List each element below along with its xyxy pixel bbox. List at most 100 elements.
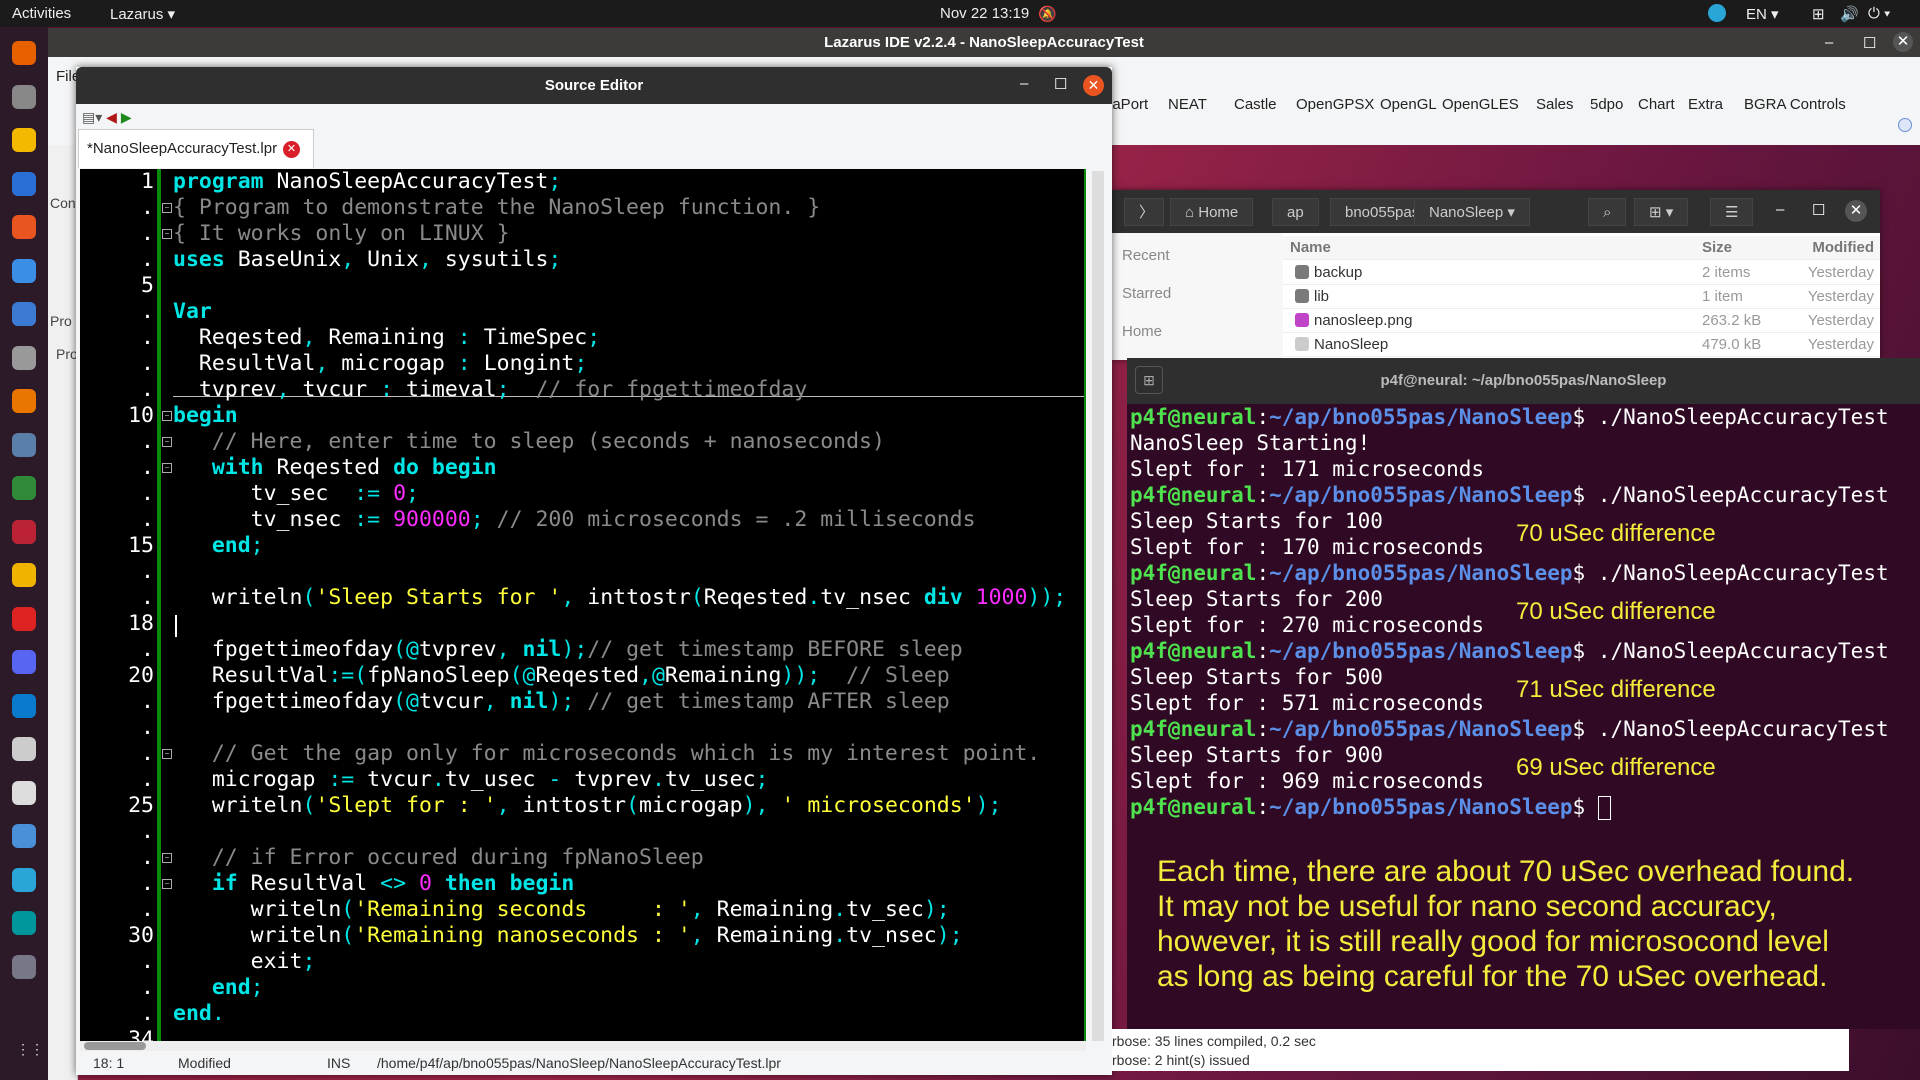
palette-tab-5dpo[interactable]: 5dpo	[1590, 96, 1623, 113]
settings-icon[interactable]	[12, 432, 36, 457]
notifications-off-icon[interactable]: 🔕	[1038, 5, 1057, 23]
minimize-button[interactable]: –	[1020, 75, 1028, 92]
palette-tab-bgra-controls[interactable]: BGRA Controls	[1744, 96, 1846, 113]
fold-toggle-icon[interactable]: −	[162, 411, 172, 421]
rhythmbox-icon[interactable]	[12, 128, 36, 152]
lazarus-active-icon[interactable]	[12, 954, 36, 979]
code-line[interactable]: 30 writeln('Remaining nanoseconds : ', R…	[80, 923, 1086, 949]
fold-toggle-icon[interactable]: −	[162, 749, 172, 759]
code-line[interactable]: . tvprev, tvcur : timeval; // for fpgett…	[80, 377, 1086, 403]
disk-icon[interactable]	[12, 737, 36, 761]
file-row[interactable]: NanoSleep 479.0 kB Yesterday	[1283, 333, 1880, 357]
fold-toggle-icon[interactable]: −	[162, 437, 172, 447]
new-tab-icon[interactable]: ⊞	[1135, 366, 1163, 394]
code-line[interactable]: 15 end;	[80, 533, 1086, 559]
maximize-button[interactable]: ☐	[1863, 34, 1876, 52]
jump-list-icon[interactable]: ▤▾	[82, 109, 102, 125]
code-line[interactable]: . tv_nsec := 900000; // 200 microseconds…	[80, 507, 1086, 533]
opencv-icon[interactable]	[12, 606, 36, 631]
vertical-scrollbar[interactable]	[1092, 171, 1104, 1041]
app-icon[interactable]	[12, 519, 36, 544]
fold-toggle-icon[interactable]: −	[162, 203, 172, 213]
palette-tab-chart[interactable]: Chart	[1638, 96, 1675, 113]
code-line[interactable]: . uses BaseUnix, Unix, sysutils;	[80, 247, 1086, 273]
code-line[interactable]: . end.	[80, 1001, 1086, 1027]
firefox-icon[interactable]	[12, 41, 36, 65]
palette-tab-opengl[interactable]: OpenGL	[1380, 96, 1437, 113]
minimize-button[interactable]: –	[1825, 34, 1833, 51]
sidebar-item-home[interactable]: Home	[1122, 323, 1162, 340]
code-line[interactable]: . microgap := tvcur.tv_usec - tvprev.tv_…	[80, 767, 1086, 793]
maximize-button[interactable]: ☐	[1812, 201, 1825, 219]
app-menu[interactable]: Lazarus ▾	[110, 5, 175, 23]
code-line[interactable]: . − // Here, enter time to sleep (seconds…	[80, 429, 1086, 455]
code-line[interactable]: 1 program NanoSleepAccuracyTest;	[80, 169, 1086, 195]
code-line[interactable]: . − // if Error occured during fpNanoSlee…	[80, 845, 1086, 871]
code-line[interactable]: 18	[80, 611, 1086, 637]
terminal-window[interactable]: p4f@neural: ~/ap/bno055pas/NanoSleep ⊞ E…	[1127, 358, 1920, 1029]
software-icon[interactable]	[12, 215, 36, 239]
discord-icon[interactable]	[12, 650, 36, 674]
menu-icon[interactable]: ☰	[1710, 198, 1754, 226]
code-line[interactable]: 10− begin	[80, 403, 1086, 429]
code-line[interactable]: . Reqested, Remaining : TimeSpec;	[80, 325, 1086, 351]
sidebar-item-recent[interactable]: Recent	[1122, 247, 1170, 264]
fold-toggle-icon[interactable]: −	[162, 463, 172, 473]
code-line[interactable]: .	[80, 559, 1086, 585]
game-icon[interactable]	[12, 345, 36, 370]
palette-tab-opengles[interactable]: OpenGLES	[1442, 96, 1519, 113]
blender-icon[interactable]	[12, 389, 36, 413]
code-line[interactable]: 5	[80, 273, 1086, 299]
palette-tab-castle[interactable]: Castle	[1234, 96, 1277, 113]
sidebar-item-starred[interactable]: Starred	[1122, 285, 1171, 302]
crumb-ap[interactable]: ap	[1272, 198, 1319, 226]
palette-tab-sales[interactable]: Sales	[1536, 96, 1574, 113]
activities-button[interactable]: Activities	[12, 5, 71, 22]
maximize-button[interactable]: ☐	[1054, 75, 1067, 93]
code-line[interactable]: . − // Get the gap only for microseconds …	[80, 741, 1086, 767]
files-icon[interactable]	[12, 84, 36, 109]
volume-icon[interactable]: 🔊	[1840, 5, 1859, 23]
text-editor-icon[interactable]	[12, 302, 36, 326]
fold-toggle-icon[interactable]: −	[162, 853, 172, 863]
code-line[interactable]: 20 ResultVal:=(fpNanoSleep(@Reqested,@Re…	[80, 663, 1086, 689]
code-line[interactable]: . − if ResultVal <> 0 then begin	[80, 871, 1086, 897]
earth-icon[interactable]	[12, 476, 36, 500]
view-grid-icon[interactable]: ⊞ ▾	[1634, 198, 1689, 226]
code-line[interactable]: . fpgettimeofday(@tvcur, nil); // get ti…	[80, 689, 1086, 715]
fold-toggle-icon[interactable]: −	[162, 879, 172, 889]
close-button[interactable]: ✕	[1083, 75, 1104, 96]
forward-arrow-icon[interactable]: ▶	[121, 109, 132, 125]
crumb-nanosleep[interactable]: NanoSleep ▾	[1414, 198, 1530, 226]
language-selector[interactable]: EN ▾	[1746, 5, 1779, 23]
slides-icon[interactable]	[12, 563, 36, 587]
clock[interactable]: Nov 22 13:19	[940, 5, 1029, 22]
code-line[interactable]: . − with Reqested do begin	[80, 455, 1086, 481]
code-line[interactable]: 25 writeln('Slept for : ', inttostr(micr…	[80, 793, 1086, 819]
vscode-icon[interactable]	[12, 693, 36, 718]
code-line[interactable]: 34	[80, 1027, 1086, 1041]
file-row[interactable]: nanosleep.png 263.2 kB Yesterday	[1283, 309, 1880, 333]
palette-tab-opengpsx[interactable]: OpenGPSX	[1296, 96, 1374, 113]
column-modified[interactable]: Modified	[1812, 239, 1874, 256]
minimize-button[interactable]: –	[1776, 201, 1784, 218]
code-line[interactable]: . fpgettimeofday(@tvprev, nil);// get ti…	[80, 637, 1086, 663]
column-size[interactable]: Size	[1702, 239, 1732, 256]
code-line[interactable]: . writeln('Remaining seconds : ', Remain…	[80, 897, 1086, 923]
message-line[interactable]: rbose: 2 hint(s) issued	[1112, 1052, 1250, 1068]
remote-icon[interactable]	[12, 824, 36, 848]
code-line[interactable]: . tv_sec := 0;	[80, 481, 1086, 507]
forward-button[interactable]: 〉	[1124, 198, 1164, 226]
close-button[interactable]: ✕	[1893, 32, 1913, 52]
network-icon[interactable]: ⊞	[1812, 5, 1825, 23]
code-line[interactable]: . −{ It works only on LINUX }	[80, 221, 1086, 247]
code-editor[interactable]: 1 program NanoSleepAccuracyTest;. −{ Progr…	[80, 169, 1086, 1041]
code-line[interactable]: . ResultVal, microgap : Longint;	[80, 351, 1086, 377]
code-line[interactable]: . −{ Program to demonstrate the NanoSleep…	[80, 195, 1086, 221]
file-row[interactable]: backup 2 items Yesterday	[1283, 261, 1880, 285]
close-tab-icon[interactable]: ✕	[283, 141, 300, 158]
remote-app-icon[interactable]	[1708, 4, 1726, 22]
arduino-icon[interactable]	[12, 911, 36, 935]
usb-icon[interactable]	[12, 780, 36, 805]
lazarus-icon[interactable]	[12, 867, 36, 892]
